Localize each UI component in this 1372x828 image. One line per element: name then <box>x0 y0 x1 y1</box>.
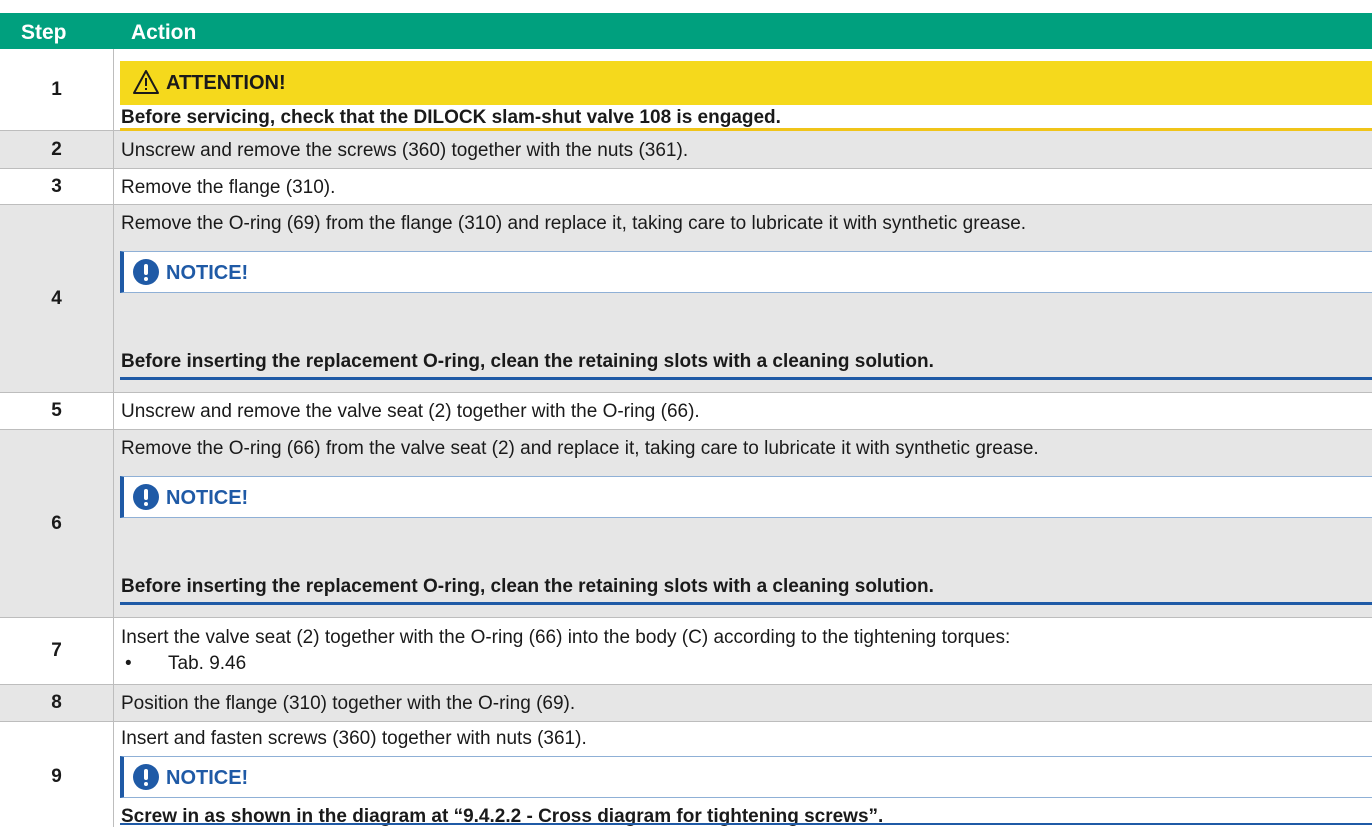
step-number: 4 <box>51 287 62 309</box>
exclamation-circle-icon <box>132 763 160 796</box>
table-header: Step Action <box>0 13 1372 49</box>
exclamation-circle-icon <box>132 258 160 291</box>
step-number: 9 <box>51 766 62 787</box>
notice-banner: NOTICE! <box>120 476 1372 518</box>
table-row-5: 5 Unscrew and remove the valve seat (2) … <box>0 393 1372 430</box>
table-row-8: 8 Position the flange (310) together wit… <box>0 685 1372 722</box>
notice-title: NOTICE! <box>166 487 249 509</box>
step-number: 8 <box>51 692 62 713</box>
attention-banner: ATTENTION! <box>120 61 1372 105</box>
step-number: 2 <box>51 138 62 160</box>
header-step: Step <box>21 21 67 44</box>
exclamation-circle-icon <box>132 483 160 516</box>
step-number: 1 <box>51 78 62 100</box>
notice-text: Before inserting the replacement O-ring,… <box>121 351 934 372</box>
step-number: 6 <box>51 512 62 534</box>
table-row-4: 4 Remove the O-ring (69) from the flange… <box>0 205 1372 393</box>
step-text: Unscrew and remove the valve seat (2) to… <box>121 401 700 422</box>
notice-text: Before inserting the replacement O-ring,… <box>121 576 934 597</box>
table-row-1: 1 ATTENTION! Before servicing, check tha… <box>0 49 1372 131</box>
bullet-text: Tab. 9.46 <box>168 653 247 674</box>
step-text: Remove the O-ring (66) from the valve se… <box>121 438 1039 459</box>
notice-banner: NOTICE! <box>120 756 1372 798</box>
attention-text: Before servicing, check that the DILOCK … <box>121 107 781 128</box>
step-number: 3 <box>51 175 62 197</box>
step-text: Position the flange (310) together with … <box>121 693 576 714</box>
warning-triangle-icon <box>132 69 160 100</box>
step-text: Remove the flange (310). <box>121 177 336 198</box>
step-text: Remove the O-ring (69) from the flange (… <box>121 213 1027 234</box>
step-text: Insert and fasten screws (360) together … <box>121 728 587 749</box>
table-row-7: 7 Insert the valve seat (2) together wit… <box>0 618 1372 685</box>
step-text: Unscrew and remove the screws (360) toge… <box>121 140 689 161</box>
table-row-3: 3 Remove the flange (310). <box>0 169 1372 205</box>
attention-title: ATTENTION! <box>166 72 286 94</box>
table-row-6: 6 Remove the O-ring (66) from the valve … <box>0 430 1372 618</box>
step-text: Insert the valve seat (2) together with … <box>121 627 1011 648</box>
notice-title: NOTICE! <box>166 767 249 789</box>
step-number: 7 <box>51 640 62 661</box>
bullet: • <box>125 653 132 674</box>
table-row-2: 2 Unscrew and remove the screws (360) to… <box>0 131 1372 169</box>
header-action: Action <box>131 21 197 44</box>
step-number: 5 <box>51 400 62 421</box>
notice-banner: NOTICE! <box>120 251 1372 293</box>
notice-title: NOTICE! <box>166 262 249 284</box>
table-row-9: 9 Insert and fasten screws (360) togethe… <box>0 722 1372 827</box>
